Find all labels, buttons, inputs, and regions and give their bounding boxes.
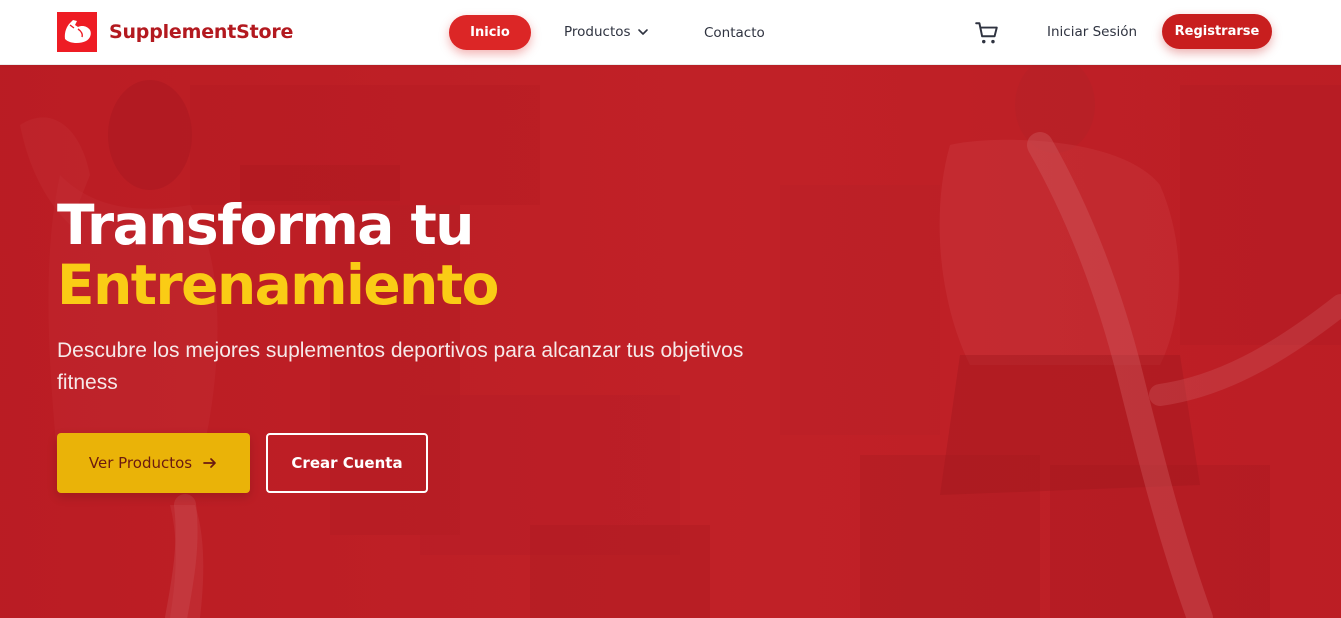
view-products-label: Ver Productos: [88, 454, 193, 472]
hero-title: Transforma tu Entrenamiento: [57, 195, 777, 315]
top-navbar: SupplementStore Inicio Productos Contact…: [0, 0, 1341, 65]
brand-link[interactable]: SupplementStore: [57, 12, 293, 52]
main-nav: Inicio Productos Contacto: [449, 15, 765, 50]
hero-actions: Ver Productos Crear Cuenta: [57, 433, 428, 493]
nav-item-contacto[interactable]: Contacto: [704, 25, 765, 41]
hero-subtitle: Descubre los mejores suplementos deporti…: [57, 339, 744, 394]
chevron-down-icon: [637, 29, 648, 35]
login-link[interactable]: Iniciar Sesión: [1047, 24, 1137, 40]
view-products-button[interactable]: Ver Productos: [57, 433, 250, 493]
create-account-button[interactable]: Crear Cuenta: [266, 433, 428, 493]
flexed-bicep-icon: [57, 12, 97, 52]
nav-item-productos-label: Productos: [564, 24, 631, 40]
hero-section: Transforma tu Entrenamiento Descubre los…: [0, 65, 1341, 618]
hero-content: Transforma tu Entrenamiento Descubre los…: [57, 195, 777, 399]
nav-item-productos[interactable]: Productos: [564, 24, 649, 40]
register-button[interactable]: Registrarse: [1162, 14, 1272, 49]
hero-title-line1: Transforma tu: [57, 193, 474, 257]
arrow-right-icon: [203, 458, 216, 468]
hero-title-accent: Entrenamiento: [57, 253, 499, 317]
shopping-cart-icon[interactable]: [974, 20, 1000, 46]
nav-item-inicio[interactable]: Inicio: [449, 15, 531, 50]
brand-name: SupplementStore: [109, 21, 294, 43]
